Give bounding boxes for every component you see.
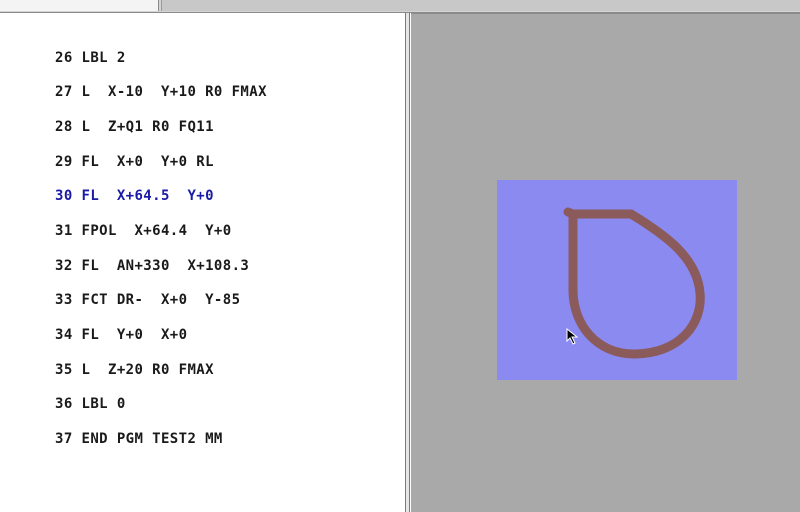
program-line[interactable]: 31 FPOL X+64.4 Y+0 xyxy=(2,198,232,239)
line-text: END PGM TEST2 MM xyxy=(81,431,223,447)
program-line[interactable]: 29 FL X+0 Y+0 RL xyxy=(2,129,214,170)
program-line[interactable]: 27 L X-10 Y+10 R0 FMAX xyxy=(2,59,267,100)
graphics-view[interactable] xyxy=(411,13,800,512)
tab-strip xyxy=(0,0,800,13)
mouse-pointer-icon xyxy=(566,328,579,345)
line-number: 37 xyxy=(54,431,73,447)
program-listing[interactable]: 26 LBL 2 27 L X-10 Y+10 R0 FMAX 28 L Z+Q… xyxy=(0,13,405,512)
program-line[interactable]: 34 FL Y+0 X+0 xyxy=(2,302,187,343)
workpiece-blank xyxy=(497,180,737,380)
program-line[interactable]: 26 LBL 2 xyxy=(2,25,126,66)
program-line[interactable]: 36 LBL 0 xyxy=(2,371,126,412)
program-line[interactable]: 32 FL AN+330 X+108.3 xyxy=(2,233,249,274)
tab-program[interactable] xyxy=(0,0,159,11)
tab-graphics[interactable] xyxy=(161,0,800,11)
program-line[interactable]: 28 L Z+Q1 R0 FQ11 xyxy=(2,94,214,135)
panel-splitter[interactable] xyxy=(405,13,410,512)
program-line[interactable]: 33 FCT DR- X+0 Y-85 xyxy=(2,267,240,308)
program-line[interactable]: 35 L Z+20 R0 FMAX xyxy=(2,337,214,378)
cnc-program-window: 26 LBL 2 27 L X-10 Y+10 R0 FMAX 28 L Z+Q… xyxy=(0,0,800,512)
program-line[interactable]: 37 END PGM TEST2 MM xyxy=(2,406,223,447)
program-line-active[interactable]: 30 FL X+64.5 Y+0 xyxy=(2,163,214,204)
